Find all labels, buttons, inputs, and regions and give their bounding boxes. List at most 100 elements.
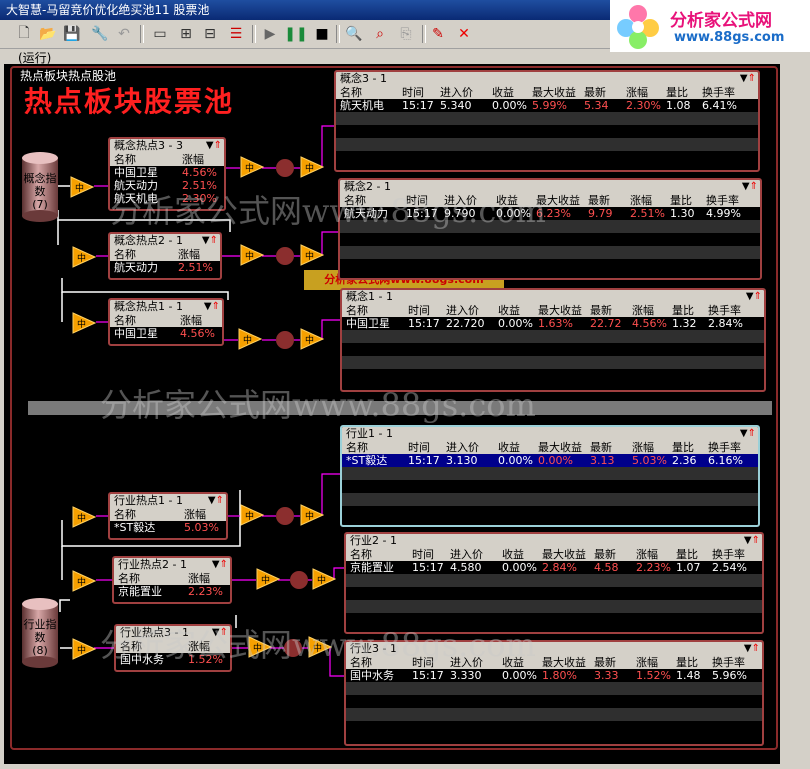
column-header: 时间	[412, 656, 434, 669]
result-panel[interactable]: 行业1 - 1 ▼⇑ 名称 时间 进入价 收益 最大收益 最新 涨幅 量比 换手率 *ST毅达 15:1…	[340, 425, 760, 527]
dropdown-icon[interactable]: ▼	[204, 301, 212, 312]
result-panel[interactable]: 概念2 - 1 ▼⇑ 名称 时间 进入价 收益 最大收益 最新 涨幅 量比 换手率 航天动力 15:17…	[338, 178, 762, 280]
flow-node-circle[interactable]	[290, 571, 308, 589]
column-header: 进入价	[440, 86, 473, 99]
table-row[interactable]: 中国卫星 4.56%	[110, 166, 224, 179]
dropdown-icon[interactable]: ▼	[208, 495, 216, 506]
column-header: 名称	[350, 656, 372, 669]
collapse-up-icon[interactable]: ⇑	[210, 235, 218, 246]
cell: 0.00%	[538, 454, 573, 467]
collapse-up-icon[interactable]: ⇑	[752, 535, 760, 546]
dropdown-icon[interactable]: ▼	[740, 73, 748, 84]
table-row[interactable]: *ST毅达 5.03%	[110, 521, 226, 534]
gate-label: 中	[77, 252, 86, 264]
filter-panel[interactable]: 行业热点2 - 1 ▼⇑ 名称 涨幅 京能置业 2.23%	[112, 556, 232, 604]
column-header: 收益	[496, 194, 518, 207]
column-header: 收益	[502, 548, 524, 561]
table-row[interactable]: 京能置业 2.23%	[114, 585, 230, 598]
flow-node-circle[interactable]	[284, 639, 302, 657]
filter-panel[interactable]: 行业热点1 - 1 ▼⇑ 名称 涨幅 *ST毅达 5.03%	[108, 492, 228, 540]
column-header: 最新	[590, 441, 612, 454]
empty-row	[340, 259, 760, 272]
dropdown-icon[interactable]: ▼	[744, 643, 752, 654]
empty-row	[346, 682, 762, 695]
result-panel[interactable]: 行业3 - 1 ▼⇑ 名称 时间 进入价 收益 最大收益 最新 涨幅 量比 换手率 国中水务 15:17…	[344, 640, 764, 746]
table-header-row: 名称 涨幅	[110, 314, 222, 327]
table-row[interactable]: 航天动力 15:17 9.790 0.00% 6.23% 9.79 2.51% 1.30 4.9…	[340, 207, 760, 220]
column-header: 进入价	[444, 194, 477, 207]
empty-row	[340, 246, 760, 259]
dropdown-icon[interactable]: ▼	[746, 291, 754, 302]
flow-node-circle[interactable]	[276, 247, 294, 265]
stock-name: *ST毅达	[114, 521, 156, 534]
empty-row	[336, 125, 758, 138]
collapse-up-icon[interactable]: ⇑	[212, 301, 220, 312]
cell: 0.00%	[502, 561, 537, 574]
table-row[interactable]: *ST毅达 15:17 3.130 0.00% 0.00% 3.13 5.03% 2.36 6.…	[342, 454, 758, 467]
flow-node-circle[interactable]	[276, 507, 294, 525]
table-header-row: 名称 涨幅	[110, 153, 224, 166]
table-row[interactable]: 航天机电 15:17 5.340 0.00% 5.99% 5.34 2.30% 1.08 6.4…	[336, 99, 758, 112]
cell: 9.790	[444, 207, 476, 220]
dropdown-icon[interactable]: ▼	[206, 140, 214, 151]
dropdown-icon[interactable]: ▼	[212, 559, 220, 570]
collapse-up-icon[interactable]: ⇑	[220, 627, 228, 638]
table-row[interactable]: 国中水务 15:17 3.330 0.00% 1.80% 3.33 1.52% 1.48 5.9…	[346, 669, 762, 682]
collapse-up-icon[interactable]: ⇑	[220, 559, 228, 570]
collapse-up-icon[interactable]: ⇑	[752, 643, 760, 654]
filter-panel[interactable]: 概念热点2 - 1 ▼⇑ 名称 涨幅 航天动力 2.51%	[108, 232, 222, 280]
filter-panel[interactable]: 概念热点3 - 3 ▼⇑ 名称 涨幅 中国卫星 4.56% 航天动力 2.51% 航天机电 2.3…	[108, 137, 226, 211]
column-header: 进入价	[450, 548, 483, 561]
filter-panel[interactable]: 行业热点3 - 1 ▼⇑ 名称 涨幅 国中水务 1.52%	[114, 624, 232, 672]
table-row[interactable]: 航天动力 2.51%	[110, 261, 220, 274]
column-header: 最大收益	[532, 86, 576, 99]
table-row[interactable]: 京能置业 15:17 4.580 0.00% 2.84% 4.58 2.23% 1.07 2.5…	[346, 561, 762, 574]
result-panel[interactable]: 行业2 - 1 ▼⇑ 名称 时间 进入价 收益 最大收益 最新 涨幅 量比 换手率 京能置业 15:17…	[344, 532, 764, 634]
stock-name: 航天动力	[114, 261, 158, 274]
panel-title-text: 概念热点2 - 1	[114, 234, 183, 247]
panel-title-text: 行业3 - 1	[350, 642, 397, 655]
cell: 2.84%	[708, 317, 743, 330]
collapse-up-icon[interactable]: ⇑	[754, 291, 762, 302]
table-row[interactable]: 航天动力 2.51%	[110, 179, 224, 192]
column-header: 收益	[498, 304, 520, 317]
cell: 3.33	[594, 669, 619, 682]
gate-label: 中	[77, 318, 86, 330]
panel-title-text: 概念热点1 - 1	[114, 300, 183, 313]
collapse-up-icon[interactable]: ⇑	[214, 140, 222, 151]
table-row[interactable]: 中国卫星 15:17 22.720 0.00% 1.63% 22.72 4.56% 1.32 2…	[342, 317, 764, 330]
result-panel[interactable]: 概念1 - 1 ▼⇑ 名称 时间 进入价 收益 最大收益 最新 涨幅 量比 换手率 中国卫星 15:17…	[340, 288, 766, 392]
change-pct: 2.23%	[188, 585, 223, 598]
cell: 22.720	[446, 317, 485, 330]
result-panel[interactable]: 概念3 - 1 ▼⇑ 名称 时间 进入价 收益 最大收益 最新 涨幅 量比 换手率 航天机电 15:17…	[334, 70, 760, 172]
collapse-up-icon[interactable]: ⇑	[748, 73, 756, 84]
cell: 4.56%	[632, 317, 667, 330]
dropdown-icon[interactable]: ▼	[744, 535, 752, 546]
collapse-up-icon[interactable]: ⇑	[750, 181, 758, 192]
table-header-row: 名称 涨幅	[116, 640, 230, 653]
empty-row	[346, 708, 762, 721]
column-header: 名称	[114, 508, 136, 521]
table-row[interactable]: 国中水务 1.52%	[116, 653, 230, 666]
flow-node-circle[interactable]	[276, 159, 294, 177]
table-row[interactable]: 航天机电 2.30%	[110, 192, 224, 205]
empty-row	[346, 721, 762, 734]
dropdown-icon[interactable]: ▼	[742, 181, 750, 192]
table-header-row: 名称 时间 进入价 收益 最大收益 最新 涨幅 量比 换手率	[346, 656, 762, 669]
cell: 3.330	[450, 669, 482, 682]
concept-index-source[interactable]: 概念指数 (7)	[22, 152, 58, 222]
table-header-row: 名称 时间 进入价 收益 最大收益 最新 涨幅 量比 换手率	[340, 194, 760, 207]
dropdown-icon[interactable]: ▼	[202, 235, 210, 246]
collapse-up-icon[interactable]: ⇑	[748, 428, 756, 439]
industry-index-source[interactable]: 行业指数 (8)	[22, 598, 58, 668]
column-header: 换手率	[708, 304, 741, 317]
filter-panel[interactable]: 概念热点1 - 1 ▼⇑ 名称 涨幅 中国卫星 4.56%	[108, 298, 224, 346]
collapse-up-icon[interactable]: ⇑	[216, 495, 224, 506]
panel-title-text: 概念3 - 1	[340, 72, 387, 85]
table-row[interactable]: 中国卫星 4.56%	[110, 327, 222, 340]
column-header: 量比	[672, 304, 694, 317]
cell: 6.23%	[536, 207, 571, 220]
dropdown-icon[interactable]: ▼	[740, 428, 748, 439]
flow-node-circle[interactable]	[276, 331, 294, 349]
dropdown-icon[interactable]: ▼	[212, 627, 220, 638]
